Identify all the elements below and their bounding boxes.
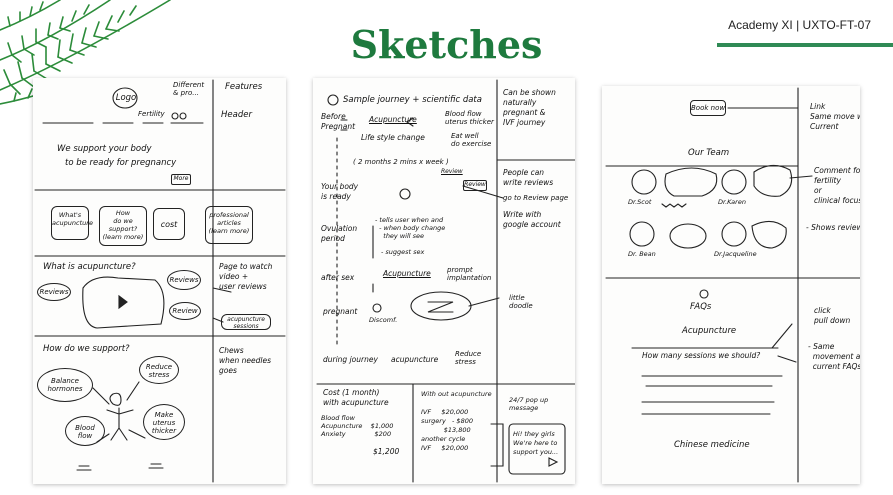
- course-underline: [717, 43, 893, 47]
- note-people-reviews: People can write reviews: [503, 168, 554, 187]
- note-header: Header: [221, 110, 252, 120]
- note-same-movement: - Same movement as current FAQs: [808, 342, 860, 371]
- circle-reduce-stress: Reduce stress: [139, 356, 179, 384]
- our-team-title: Our Team: [688, 148, 730, 158]
- review-small-label: Review: [441, 168, 463, 175]
- cost-with-total: $1,200: [373, 447, 400, 456]
- step-acupuncture-2: Acupuncture: [383, 269, 431, 278]
- note-blood-flow: Blood flow uterus thicker: [445, 110, 494, 126]
- bubble-reviews-right: Reviews: [167, 270, 201, 290]
- sketch-journey: Sample journey + scientific data Can be …: [313, 78, 575, 484]
- course-label: Academy XI | UXTO-FT-07: [728, 18, 871, 32]
- step-acupuncture-1: Acupuncture: [369, 115, 417, 124]
- step-lifestyle: Life style change: [361, 133, 425, 142]
- note-pulldown: click pull down: [814, 306, 851, 325]
- note-eat-well: Eat well do exercise: [451, 132, 492, 148]
- section-what-is-title: What is acupuncture?: [43, 262, 136, 272]
- hero-line-2: to be ready for pregnancy: [65, 158, 177, 168]
- bubble-reviews-left: Reviews: [37, 283, 71, 301]
- note-prompt: prompt implantation: [447, 266, 492, 282]
- note-doodle: little doodle: [509, 294, 533, 310]
- circle-balance-hormones: Balance hormones: [37, 368, 93, 402]
- note-tells-user: - tells user when and - when body change…: [375, 216, 446, 240]
- cost-with-title: Cost (1 month) with acupuncture: [323, 388, 389, 407]
- sketch-team-faq: Book now Link Same move with Current Our…: [602, 86, 860, 484]
- note-popup: 24/7 pop up message: [509, 396, 549, 412]
- cost-without-rows: IVF $20,000 surgery - $800 $13,800 anoth…: [421, 408, 473, 452]
- doctor-karen: Dr.Karen: [718, 198, 746, 206]
- hero-more-button: More: [171, 174, 191, 185]
- faq-question: How many sessions we should?: [642, 351, 761, 360]
- doctor-scot: Dr.Scot: [628, 198, 652, 206]
- card-how-support: How do we support? (learn more): [99, 206, 147, 246]
- note-suggest: - suggest sex: [381, 248, 425, 256]
- note-go-review: go to Review page: [503, 194, 569, 202]
- book-now-button: Book now: [690, 100, 726, 116]
- step-acupuncture-3: acupuncture: [391, 355, 439, 364]
- step-body-ready: Your body is ready: [321, 182, 359, 201]
- sketch-team-faq-lines: [605, 87, 860, 483]
- note-google: Write with google account: [503, 210, 561, 229]
- review-button: Review: [463, 180, 487, 191]
- doctor-bean: Dr. Bean: [628, 250, 656, 258]
- step-pregnant: pregnant: [323, 307, 358, 316]
- note-reviews: - Shows review?: [806, 223, 860, 232]
- faq-acupuncture: Acupuncture: [682, 326, 737, 336]
- step-months: ( 2 months 2 mins x week ): [353, 158, 449, 166]
- bubble-review-right-2: Review: [169, 302, 201, 320]
- step-after-sex: after sex: [321, 273, 355, 282]
- card-cost: cost: [153, 208, 185, 240]
- note-link: Link Same move with Current: [810, 102, 860, 131]
- chat-popup-text: Hi! they girls We're here to support you…: [513, 430, 559, 456]
- card-what-is: What's acupuncture: [51, 206, 93, 240]
- note-comment: Comment for fertility or clinical focus: [814, 166, 860, 205]
- note-reduce-stress: Reduce stress: [455, 350, 482, 366]
- logo-label: Logo: [115, 93, 137, 103]
- cost-with-rows: Blood flow Acupuncture $1,000 Anxiety $2…: [321, 414, 394, 438]
- card-articles: professional articles (learn more): [205, 206, 253, 244]
- top-links-note: Different & pro...: [173, 81, 205, 97]
- journey-header: Sample journey + scientific data: [343, 95, 482, 105]
- section-support-title: How do we support?: [43, 344, 130, 354]
- step-ovulation: Ovulation period: [321, 224, 358, 243]
- circle-blood-flow: Blood flow: [65, 416, 105, 446]
- cost-without-title: With out acupuncture: [421, 390, 492, 398]
- note-chews: Chews when needles goes: [219, 346, 271, 375]
- doctor-jacqueline: Dr.Jacqueline: [714, 250, 757, 258]
- sketch-homepage: Logo Different & pro... Fertility Featur…: [33, 78, 286, 484]
- note-features: Features: [225, 82, 263, 92]
- nav-fertility: Fertility: [138, 110, 165, 118]
- note-discomfort: Discomf.: [369, 316, 398, 324]
- step-before-pregnant: Before Pregnant: [321, 112, 356, 131]
- circle-uterus: Make uterus thicker: [143, 404, 185, 440]
- faq-chinese-medicine: Chinese medicine: [674, 440, 750, 450]
- side-acupuncture-button: acupuncture sessions: [221, 314, 271, 330]
- note-naturally: Can be shown naturally pregnant & IVF jo…: [503, 88, 556, 127]
- step-during-journey: during journey: [323, 355, 378, 364]
- faqs-title: FAQs: [690, 302, 712, 312]
- hero-line-1: We support your body: [57, 144, 152, 154]
- note-video: Page to watch video + user reviews: [219, 262, 273, 291]
